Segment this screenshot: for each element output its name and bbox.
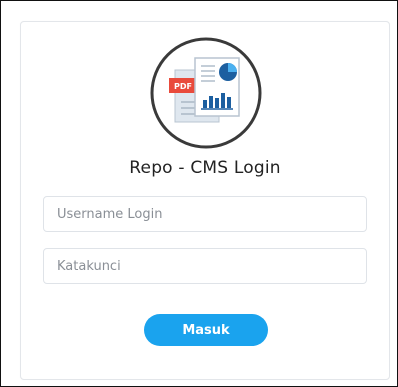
username-input[interactable]	[43, 196, 367, 232]
password-input[interactable]	[43, 248, 367, 284]
document-report-icon: PDF	[150, 37, 262, 149]
login-button[interactable]: Masuk	[144, 314, 268, 346]
pdf-badge-label: PDF	[174, 82, 192, 91]
login-card: PDF Repo - CMS Login Masuk	[20, 21, 390, 380]
page-title: Repo - CMS Login	[129, 158, 281, 178]
window-frame: PDF Repo - CMS Login Masuk	[0, 0, 398, 387]
